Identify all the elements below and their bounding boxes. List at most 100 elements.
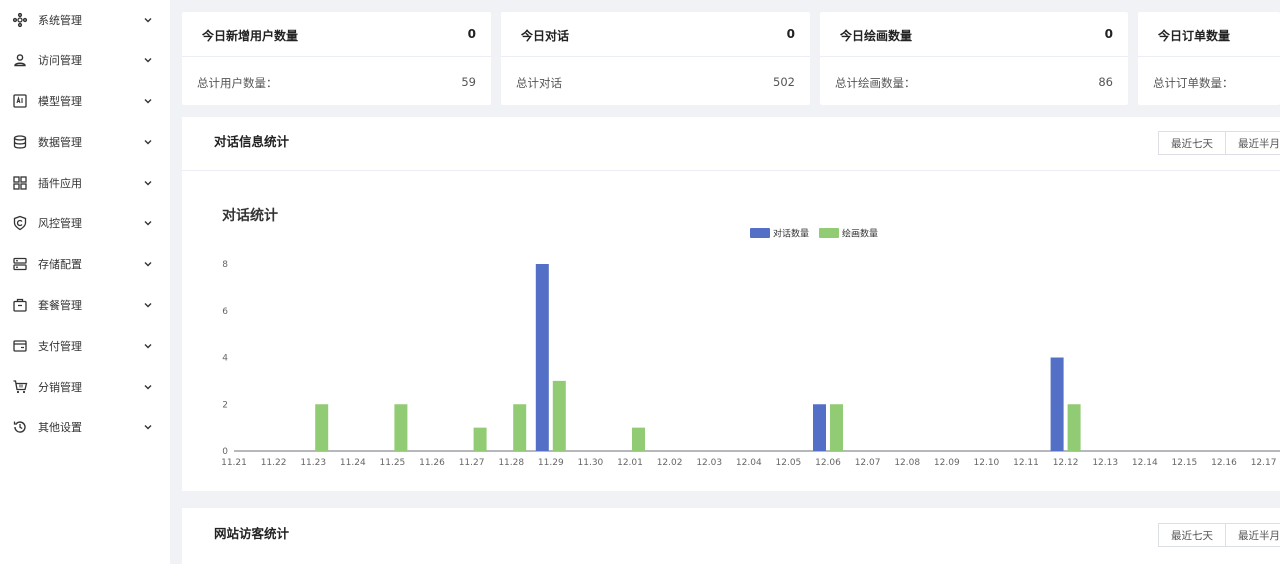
sidebar-item-label: 数据管理 bbox=[38, 136, 82, 149]
chart-title: 对话统计 bbox=[222, 207, 278, 224]
sidebar: 系统管理 访问管理 模型管理 数据管理 插件应用 风控管理 存储配置 套餐管理 … bbox=[0, 0, 170, 564]
sidebar-item-system[interactable]: 系统管理 bbox=[0, 8, 170, 32]
stat-card-drawings: 今日绘画数量 0 总计绘画数量： 86 bbox=[820, 12, 1128, 105]
bar-draw-count[interactable] bbox=[513, 404, 527, 451]
y-tick-label: 6 bbox=[222, 307, 228, 317]
x-tick-label: 12.02 bbox=[657, 458, 683, 468]
ai-icon bbox=[12, 93, 28, 109]
sidebar-item-access[interactable]: 访问管理 bbox=[0, 48, 170, 72]
y-tick-label: 0 bbox=[222, 447, 228, 457]
sidebar-item-distribution[interactable]: 分销管理 bbox=[0, 375, 170, 399]
card-title: 今日新增用户数量 bbox=[202, 29, 299, 43]
range-button-group: 最近七天 最近半月 bbox=[1158, 523, 1280, 547]
database-icon bbox=[12, 134, 28, 150]
bar-draw-count[interactable] bbox=[552, 380, 566, 451]
x-tick-label: 11.30 bbox=[578, 458, 604, 468]
x-tick-label: 12.05 bbox=[776, 458, 802, 468]
last-half-month-button[interactable]: 最近半月 bbox=[1226, 523, 1280, 547]
sidebar-item-other[interactable]: 其他设置 bbox=[0, 415, 170, 439]
x-tick-label: 12.04 bbox=[736, 458, 762, 468]
x-tick-label: 12.11 bbox=[1013, 458, 1039, 468]
x-tick-label: 12.17 bbox=[1251, 458, 1277, 468]
last-seven-days-button[interactable]: 最近七天 bbox=[1158, 523, 1226, 547]
chevron-down-icon bbox=[144, 262, 152, 267]
sidebar-item-label: 其他设置 bbox=[38, 421, 82, 434]
cart-icon bbox=[12, 379, 28, 395]
x-tick-label: 12.08 bbox=[894, 458, 920, 468]
sidebar-item-plugins[interactable]: 插件应用 bbox=[0, 171, 170, 195]
sidebar-item-package[interactable]: 套餐管理 bbox=[0, 293, 170, 317]
card-title: 今日对话 bbox=[521, 29, 570, 43]
x-tick-label: 12.07 bbox=[855, 458, 881, 468]
legend-label: 对话数量 bbox=[773, 228, 809, 240]
chart-legend: 对话数量 绘画数量 bbox=[750, 228, 878, 240]
sidebar-item-payment[interactable]: 支付管理 bbox=[0, 334, 170, 358]
y-tick-label: 4 bbox=[222, 354, 228, 364]
card-total-label: 总计订单数量： bbox=[1153, 76, 1234, 90]
x-tick-label: 11.29 bbox=[538, 458, 564, 468]
bar-draw-count[interactable] bbox=[315, 404, 329, 451]
bar-chat-count[interactable] bbox=[813, 404, 826, 451]
x-tick-label: 11.23 bbox=[300, 458, 326, 468]
x-tick-label: 11.26 bbox=[419, 458, 445, 468]
settings-cross-icon bbox=[12, 12, 28, 28]
x-tick-label: 11.27 bbox=[459, 458, 485, 468]
history-icon bbox=[12, 419, 28, 435]
x-tick-label: 12.15 bbox=[1172, 458, 1198, 468]
y-tick-label: 8 bbox=[222, 260, 228, 270]
chevron-down-icon bbox=[144, 58, 152, 63]
bar-draw-count[interactable] bbox=[1067, 404, 1081, 451]
legend-swatch[interactable] bbox=[750, 228, 770, 238]
y-axis: 0 2 4 6 8 bbox=[222, 260, 228, 457]
x-tick-label: 12.06 bbox=[815, 458, 841, 468]
bar-draw-count[interactable] bbox=[830, 404, 843, 451]
sidebar-item-storage[interactable]: 存储配置 bbox=[0, 252, 170, 276]
sidebar-item-label: 插件应用 bbox=[38, 177, 82, 190]
server-icon bbox=[12, 256, 28, 272]
sidebar-item-risk[interactable]: 风控管理 bbox=[0, 211, 170, 235]
shield-icon bbox=[12, 215, 28, 231]
card-value: 0 bbox=[786, 27, 795, 41]
card-total-value: 59 bbox=[461, 75, 476, 89]
sidebar-item-label: 套餐管理 bbox=[38, 299, 82, 312]
chevron-down-icon bbox=[144, 344, 152, 349]
sidebar-item-model[interactable]: 模型管理 bbox=[0, 89, 170, 113]
bar-draw-count[interactable] bbox=[473, 427, 487, 451]
x-tick-label: 11.21 bbox=[221, 458, 247, 468]
x-tick-label: 11.24 bbox=[340, 458, 366, 468]
sidebar-item-label: 分销管理 bbox=[38, 381, 82, 394]
chevron-down-icon bbox=[144, 303, 152, 308]
x-tick-label: 12.16 bbox=[1211, 458, 1237, 468]
bar-draw-count[interactable] bbox=[632, 427, 645, 451]
x-tick-label: 12.12 bbox=[1053, 458, 1079, 468]
bar-chat-count[interactable] bbox=[1050, 357, 1064, 452]
chevron-down-icon bbox=[144, 425, 152, 430]
sidebar-item-data[interactable]: 数据管理 bbox=[0, 130, 170, 154]
chevron-down-icon bbox=[144, 221, 152, 226]
legend-swatch[interactable] bbox=[819, 228, 839, 238]
package-icon bbox=[12, 297, 28, 313]
legend-label: 绘画数量 bbox=[842, 228, 878, 240]
wallet-icon bbox=[12, 338, 28, 354]
stat-card-chats: 今日对话 0 总计对话 502 bbox=[501, 12, 810, 105]
card-value: 0 bbox=[467, 27, 476, 41]
bar-draw-count[interactable] bbox=[394, 404, 408, 451]
card-title: 今日订单数量 bbox=[1158, 29, 1231, 43]
card-value: 0 bbox=[1104, 27, 1113, 41]
x-tick-label: 11.25 bbox=[380, 458, 406, 468]
x-tick-label: 12.01 bbox=[617, 458, 643, 468]
sidebar-item-label: 存储配置 bbox=[38, 258, 82, 271]
card-title: 今日绘画数量 bbox=[840, 29, 913, 43]
panel-title: 网站访客统计 bbox=[214, 526, 290, 541]
chevron-down-icon bbox=[144, 140, 152, 145]
x-tick-label: 11.28 bbox=[498, 458, 524, 468]
card-total-label: 总计用户数量： bbox=[197, 76, 278, 90]
chevron-down-icon bbox=[144, 18, 152, 23]
chat-stats-chart: 对话统计 对话数量 绘画数量 0 2 4 6 8 11.21 11.22 11.23 11.24… bbox=[221, 207, 1280, 468]
chevron-down-icon bbox=[144, 99, 152, 104]
x-tick-label: 12.10 bbox=[974, 458, 1000, 468]
bar-chat-count[interactable] bbox=[535, 264, 549, 451]
sidebar-item-label: 支付管理 bbox=[38, 340, 82, 353]
stat-card-orders: 今日订单数量 总计订单数量： bbox=[1138, 12, 1280, 105]
bar-series bbox=[315, 264, 1081, 452]
